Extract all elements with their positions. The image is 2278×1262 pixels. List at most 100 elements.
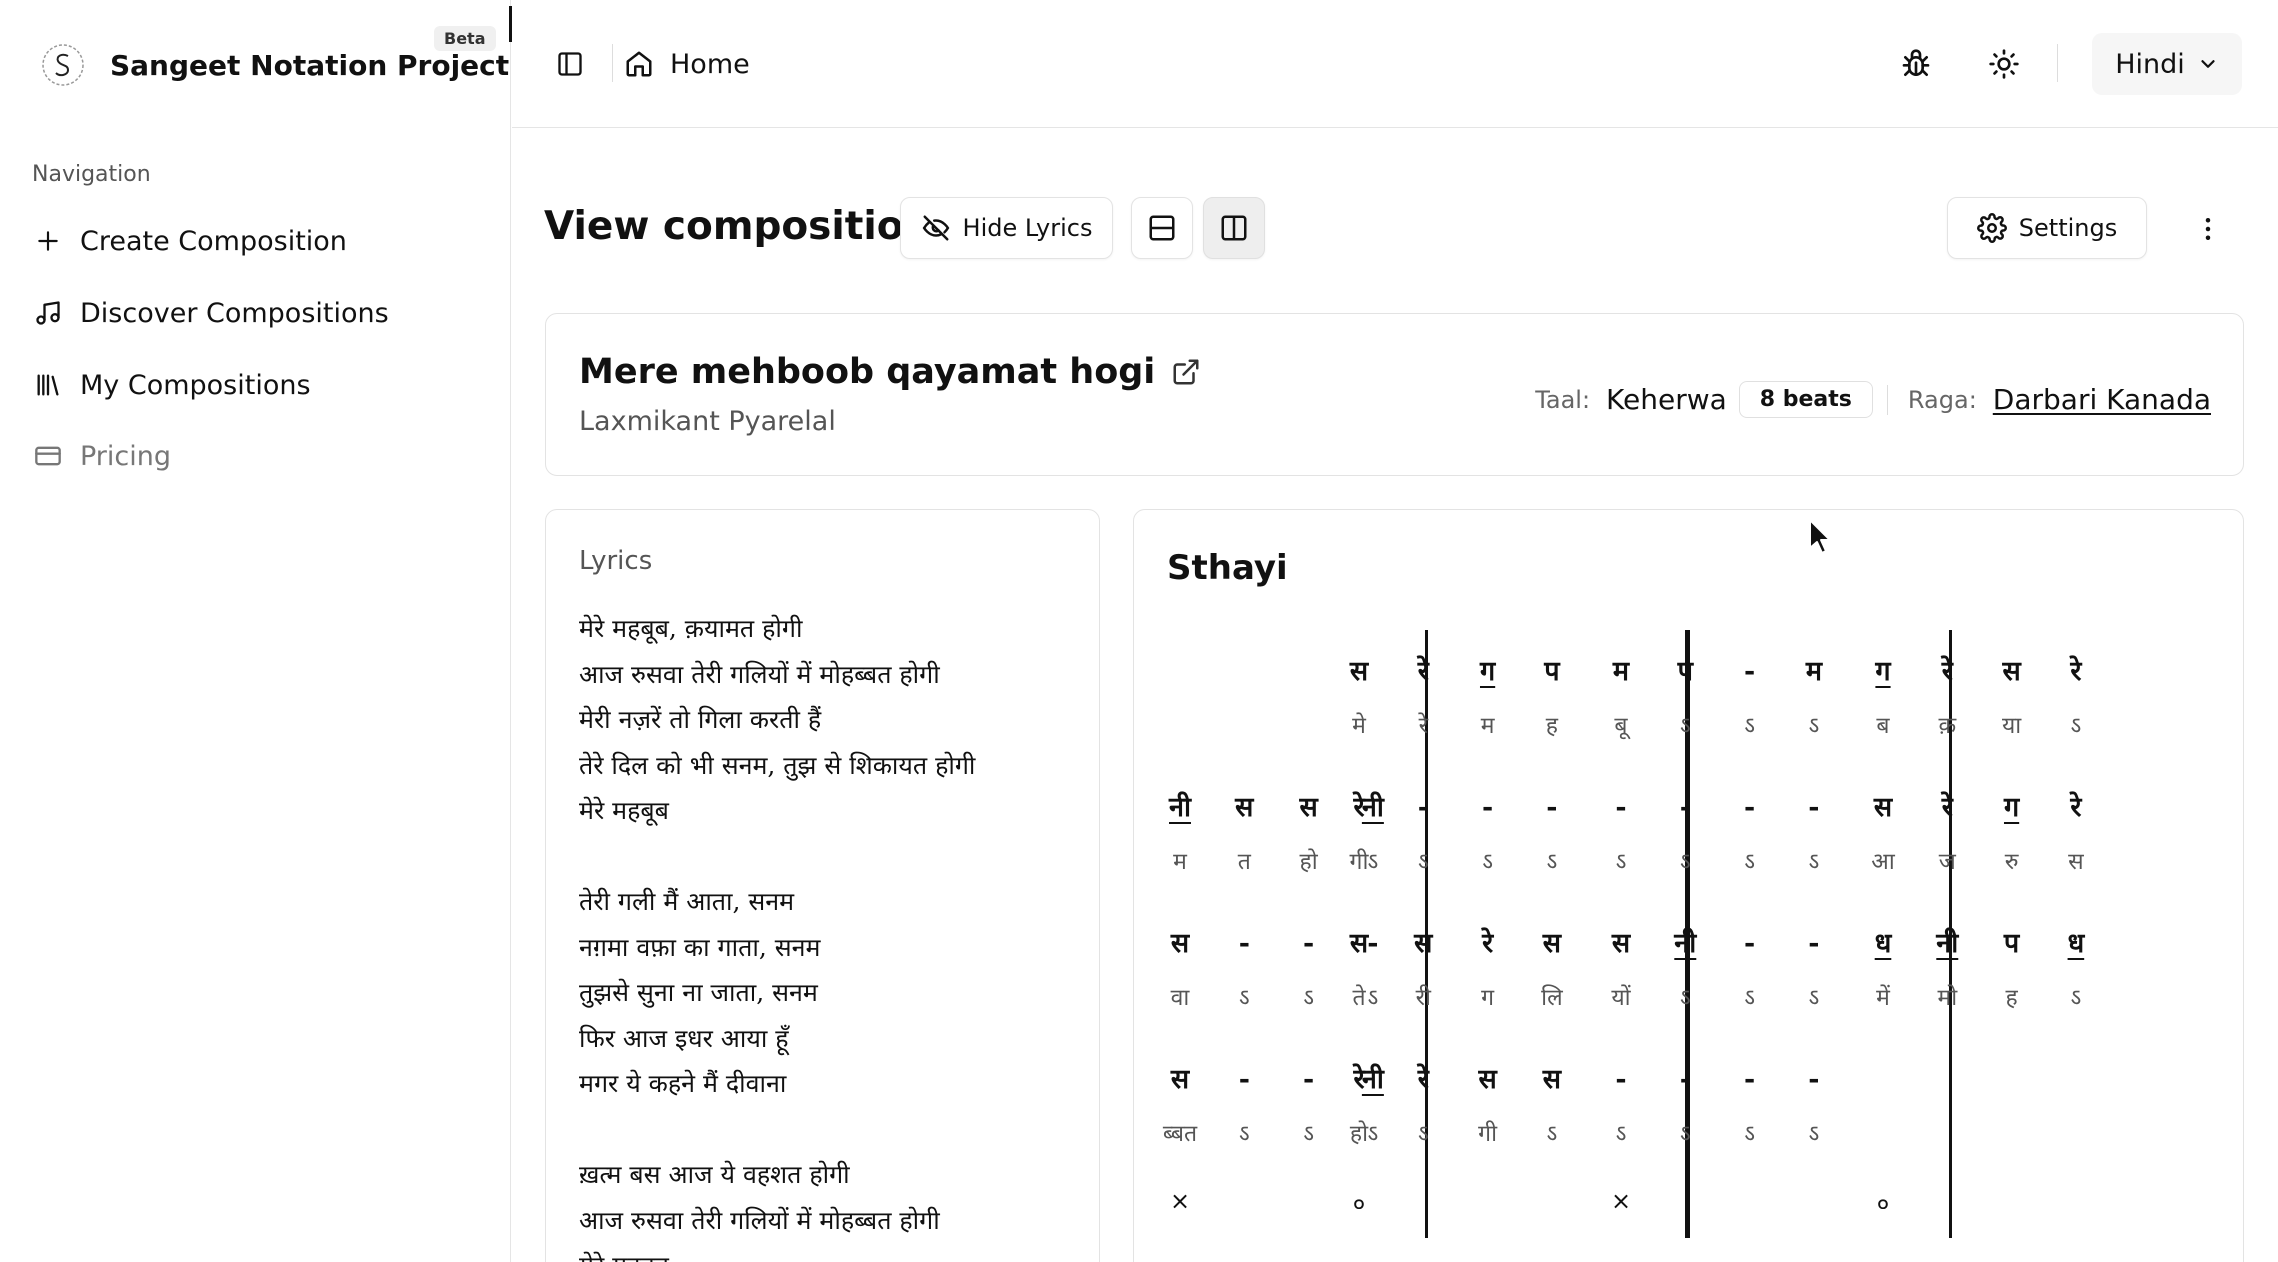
swara-text: - bbox=[1238, 1064, 1250, 1095]
notation-cell: -ऽ bbox=[1522, 788, 1582, 882]
settings-button[interactable]: Settings bbox=[1947, 197, 2147, 259]
notation-cell: पऽ bbox=[1655, 652, 1715, 746]
syllable: ऽ bbox=[1615, 1121, 1627, 1147]
external-link-icon[interactable] bbox=[1171, 357, 1201, 387]
swara: नी bbox=[1917, 924, 1977, 964]
divider bbox=[1886, 384, 1888, 415]
swara: म bbox=[1591, 652, 1651, 692]
sidebar-item-my-compositions[interactable]: My Compositions bbox=[32, 363, 311, 407]
sidebar-item-create-composition[interactable]: Create Composition bbox=[32, 219, 347, 263]
swara: ग bbox=[1458, 652, 1518, 692]
notation-cell: गब bbox=[1853, 652, 1913, 746]
composition-info-card: Mere mehboob qayamat hogi Laxmikant Pyar… bbox=[545, 313, 2244, 476]
notation-cell: स मे bbox=[1329, 652, 1389, 746]
swara: - bbox=[1214, 924, 1274, 964]
page-title: View composition bbox=[544, 204, 932, 249]
syllable: ऽ bbox=[1808, 713, 1820, 739]
swara: स bbox=[1522, 1060, 1582, 1100]
swara-text: रे bbox=[1941, 656, 1953, 687]
swara: - bbox=[1458, 788, 1518, 828]
notation-cell: ध में bbox=[1853, 924, 1913, 1018]
sidebar-item-label: My Compositions bbox=[80, 369, 311, 401]
swara-text: रे bbox=[1417, 656, 1429, 687]
notation-cell: सत bbox=[1214, 788, 1274, 882]
syllable: ऽ bbox=[1744, 1121, 1755, 1147]
syllable: मे bbox=[1352, 713, 1366, 739]
swara: रे bbox=[1917, 652, 1977, 692]
raga-link[interactable]: Darbari Kanada bbox=[1993, 383, 2211, 416]
notation-cell: रे ग bbox=[1458, 924, 1518, 1018]
lyrics-line bbox=[579, 834, 975, 880]
swara-text: - bbox=[1808, 928, 1820, 959]
sidebar-item-pricing[interactable]: Pricing bbox=[32, 434, 171, 478]
lyrics-line: तेरे दिल को भी सनम, तुझ से शिकायत होगी bbox=[579, 750, 976, 780]
composition-title: Mere mehboob qayamat hogi bbox=[579, 352, 1201, 392]
more-options-button[interactable] bbox=[2186, 207, 2230, 251]
notation-cell: स री bbox=[1393, 924, 1453, 1018]
swara-text: नी bbox=[1674, 928, 1697, 959]
swara: रे bbox=[1917, 788, 1977, 828]
breadcrumb-home[interactable]: Home bbox=[624, 40, 750, 88]
notation-cell: म बू bbox=[1591, 652, 1651, 746]
swara: रे bbox=[1329, 1060, 1389, 1100]
lyrics-heading: Lyrics bbox=[579, 546, 653, 576]
hide-lyrics-button[interactable]: Hide Lyrics bbox=[900, 197, 1113, 259]
swara-text: ग bbox=[2003, 792, 2020, 823]
notation-cell: पह bbox=[1522, 652, 1582, 746]
notation-cell: स वा bbox=[1150, 924, 1210, 1018]
swara-text: स bbox=[1611, 928, 1631, 959]
swara-text: - bbox=[1808, 792, 1820, 823]
syllable: ह bbox=[1545, 713, 1558, 739]
notation-cell: नी ऽ bbox=[1655, 924, 1715, 1018]
sidebar-item-discover-compositions[interactable]: Discover Compositions bbox=[32, 291, 389, 335]
swara: स bbox=[1522, 924, 1582, 964]
lyrics-line bbox=[579, 1107, 975, 1153]
vibhag-marker: × bbox=[1169, 1187, 1191, 1215]
syllable: ते bbox=[1352, 985, 1366, 1011]
swara-text: स bbox=[1349, 928, 1369, 959]
notation-cell: -ऽ bbox=[1591, 1060, 1651, 1154]
swara-text: ग bbox=[1479, 656, 1496, 687]
swara: स bbox=[1150, 1060, 1210, 1100]
taal-label: Taal: bbox=[1535, 385, 1591, 414]
notation-cell: स या bbox=[1982, 652, 2042, 746]
notation-cell: -ऽ bbox=[1784, 924, 1844, 1018]
swara: स bbox=[1329, 924, 1389, 964]
lyrics-line: मेरे महबूब bbox=[579, 796, 669, 825]
notation-cell: रे क़ bbox=[1917, 652, 1977, 746]
swara-text: रे bbox=[2070, 792, 2082, 823]
notation-cell: -ऽ bbox=[1720, 924, 1780, 1018]
swara: रे bbox=[1393, 652, 1453, 692]
syllable: त bbox=[1237, 849, 1251, 875]
swara-text: रे bbox=[1417, 1064, 1429, 1095]
swara: रे bbox=[1458, 924, 1518, 964]
lyrics-line: मेरे महबूब, क़यामत होगी bbox=[579, 614, 803, 643]
theme-toggle-button[interactable] bbox=[1982, 42, 2026, 86]
sidebar-toggle-button[interactable] bbox=[548, 42, 592, 86]
syllable: ऽ bbox=[1679, 849, 1691, 875]
syllable: ऽ bbox=[1417, 849, 1429, 875]
swara: प bbox=[1522, 652, 1582, 692]
panel-left-icon bbox=[556, 50, 584, 78]
syllable: स bbox=[2068, 849, 2084, 875]
swara-text: प bbox=[2003, 928, 2020, 959]
logo-icon bbox=[40, 42, 86, 88]
swara: स bbox=[1982, 652, 2042, 692]
swara: - bbox=[1720, 788, 1780, 828]
swara: - bbox=[1655, 1060, 1715, 1100]
swara: म bbox=[1784, 652, 1844, 692]
syllable: ऽ bbox=[2070, 985, 2082, 1011]
language-select[interactable]: Hindi bbox=[2092, 33, 2242, 95]
swara: - bbox=[1393, 788, 1453, 828]
report-bug-button[interactable] bbox=[1894, 42, 1938, 86]
swara-text: स bbox=[1873, 792, 1893, 823]
swara: नी bbox=[1150, 788, 1210, 828]
sidebar-item-label: Discover Compositions bbox=[80, 297, 389, 329]
notation-cell: -ऽ bbox=[1655, 788, 1715, 882]
horizontal-layout-button[interactable] bbox=[1131, 197, 1193, 259]
bug-icon bbox=[1900, 48, 1932, 80]
notation-cell: धऽ bbox=[2046, 924, 2106, 1018]
swara-text: - bbox=[1417, 792, 1429, 823]
notation-cell: रे रे bbox=[1393, 652, 1453, 746]
vertical-layout-button[interactable] bbox=[1203, 197, 1265, 259]
